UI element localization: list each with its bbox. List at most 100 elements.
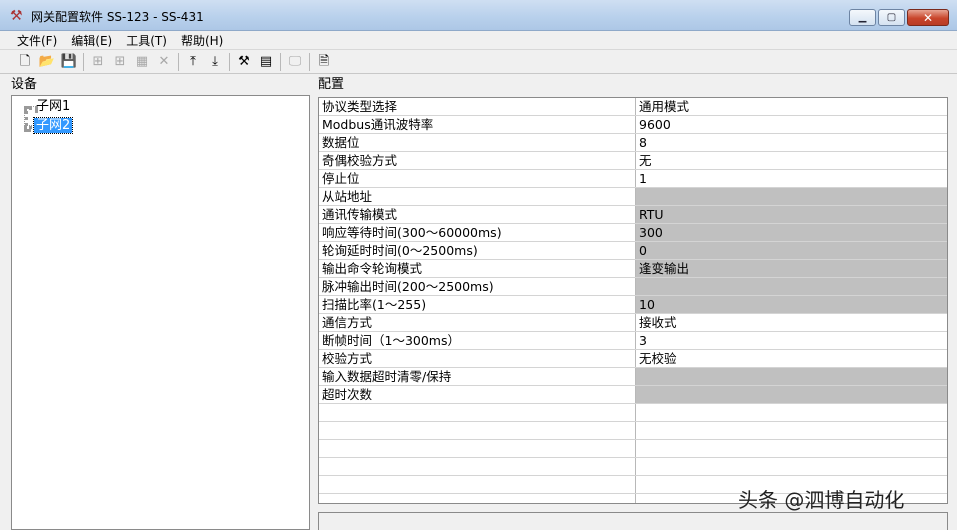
- toolbar-separator: [309, 53, 310, 71]
- param-value-cell[interactable]: [636, 440, 947, 457]
- table-row[interactable]: 停止位 1: [319, 170, 947, 188]
- param-value-cell[interactable]: [636, 404, 947, 421]
- table-row[interactable]: 断帧时间（1～300ms） 3: [319, 332, 947, 350]
- param-value-cell[interactable]: 8: [636, 134, 947, 151]
- table-row[interactable]: 响应等待时间(300～60000ms) 300: [319, 224, 947, 242]
- table-row[interactable]: 校验方式 无校验: [319, 350, 947, 368]
- param-value-cell[interactable]: [636, 458, 947, 475]
- minimize-icon: ▁: [858, 12, 867, 23]
- param-name-cell: 通讯传输模式: [319, 206, 636, 223]
- param-name-cell: 协议类型选择: [319, 98, 636, 115]
- param-name-cell: 响应等待时间(300～60000ms): [319, 224, 636, 241]
- menu-edit[interactable]: 编辑(E): [64, 31, 119, 49]
- upload-icon[interactable]: ⤒: [182, 52, 204, 72]
- menu-help[interactable]: 帮助(H): [174, 31, 230, 49]
- table-row[interactable]: Modbus通讯波特率 9600: [319, 116, 947, 134]
- watermark: 头条 @泗博自动化: [738, 488, 905, 512]
- toolbar-separator: [280, 53, 281, 71]
- download-icon[interactable]: ⤓: [204, 52, 226, 72]
- table-row[interactable]: [319, 422, 947, 440]
- param-value-cell[interactable]: 无: [636, 152, 947, 169]
- window-edge: [950, 75, 957, 530]
- menu-file[interactable]: 文件(F): [10, 31, 64, 49]
- menu-tools[interactable]: 工具(T): [119, 31, 174, 49]
- config-icon[interactable]: ▤: [255, 52, 277, 72]
- param-name-cell: 输出命令轮询模式: [319, 260, 636, 277]
- param-name-cell: 停止位: [319, 170, 636, 187]
- table-row[interactable]: 数据位 8: [319, 134, 947, 152]
- panel-splitter[interactable]: [311, 95, 317, 530]
- param-name-cell: 从站地址: [319, 188, 636, 205]
- param-value-cell[interactable]: 3: [636, 332, 947, 349]
- table-row[interactable]: 超时次数: [319, 386, 947, 404]
- param-name-cell: 校验方式: [319, 350, 636, 367]
- table-row[interactable]: 奇偶校验方式无: [319, 152, 947, 170]
- table-row[interactable]: 扫描比率(1～255) 10: [319, 296, 947, 314]
- delete-icon[interactable]: ✕: [153, 52, 175, 72]
- tree-item-subnet1[interactable]: 子网1: [34, 99, 72, 114]
- add-node-icon[interactable]: ⊞: [109, 52, 131, 72]
- param-value-cell[interactable]: 1: [636, 170, 947, 187]
- table-row[interactable]: [319, 440, 947, 458]
- param-name-cell: 输入数据超时清零/保持: [319, 368, 636, 385]
- param-value-cell: [636, 278, 947, 295]
- close-button[interactable]: ✕: [907, 9, 949, 26]
- monitor-icon[interactable]: 🖵: [284, 52, 306, 72]
- table-row[interactable]: 输入数据超时清零/保持: [319, 368, 947, 386]
- param-value-cell: 10: [636, 296, 947, 313]
- table-row[interactable]: 通讯传输模式 RTU: [319, 206, 947, 224]
- param-value-cell: RTU: [636, 206, 947, 223]
- tree-item-subnet2[interactable]: 子网2: [32, 117, 74, 134]
- param-value-cell: 0: [636, 242, 947, 259]
- param-name-cell: 断帧时间（1～300ms）: [319, 332, 636, 349]
- save-icon[interactable]: 💾: [58, 52, 80, 72]
- description-box: [318, 512, 948, 530]
- param-value-cell: [636, 188, 947, 205]
- param-name-cell: [319, 404, 636, 421]
- device-panel-title: 设备: [11, 77, 38, 92]
- param-name-cell: 脉冲输出时间(200～2500ms): [319, 278, 636, 295]
- maximize-button[interactable]: ▢: [878, 9, 905, 26]
- param-value-cell[interactable]: 9600: [636, 116, 947, 133]
- param-name-cell: [319, 440, 636, 457]
- document-icon[interactable]: 🗎: [313, 52, 335, 72]
- table-row[interactable]: 轮询延时时间(0～2500ms) 0: [319, 242, 947, 260]
- param-name-cell: 奇偶校验方式: [319, 152, 636, 169]
- table-row[interactable]: 脉冲输出时间(200～2500ms): [319, 278, 947, 296]
- param-value-cell: [636, 368, 947, 385]
- table-row[interactable]: 协议类型选择 通用模式: [319, 98, 947, 116]
- properties-icon[interactable]: ▦: [131, 52, 153, 72]
- config-grid: 协议类型选择 通用模式 Modbus通讯波特率 9600 数据位 8 奇偶校验方式无停止位 1…: [318, 97, 948, 504]
- param-value-cell: 逢变输出: [636, 260, 947, 277]
- param-value-cell[interactable]: 无校验: [636, 350, 947, 367]
- window-title: 网关配置软件 SS-123 - SS-431: [31, 10, 204, 24]
- toolbar-separator: [178, 53, 179, 71]
- param-name-cell: 扫描比率(1～255): [319, 296, 636, 313]
- minimize-button[interactable]: ▁: [849, 9, 876, 26]
- open-folder-icon[interactable]: 📂: [36, 52, 58, 72]
- tools-icon[interactable]: ⚒: [233, 52, 255, 72]
- param-name-cell: [319, 476, 636, 493]
- new-file-icon[interactable]: 🗋: [14, 52, 36, 72]
- param-value-cell: [636, 386, 947, 403]
- add-subnet-icon[interactable]: ⊞: [87, 52, 109, 72]
- param-name-cell: 通信方式: [319, 314, 636, 331]
- param-value-cell[interactable]: 接收式: [636, 314, 947, 331]
- table-row[interactable]: 通信方式 接收式: [319, 314, 947, 332]
- toolbar-separator: [83, 53, 84, 71]
- param-name-cell: 超时次数: [319, 386, 636, 403]
- table-row[interactable]: [319, 404, 947, 422]
- param-name-cell: [319, 458, 636, 475]
- maximize-icon: ▢: [886, 12, 897, 23]
- device-tree: 子网1 子网2: [11, 95, 310, 530]
- title-bar: ⚒ 网关配置软件 SS-123 - SS-431 ▁ ▢ ✕: [0, 0, 957, 31]
- param-name-cell: Modbus通讯波特率: [319, 116, 636, 133]
- param-value-cell[interactable]: 通用模式: [636, 98, 947, 115]
- param-value-cell[interactable]: [636, 422, 947, 439]
- table-row[interactable]: 输出命令轮询模式 逢变输出: [319, 260, 947, 278]
- config-panel-title: 配置: [318, 77, 345, 92]
- table-row[interactable]: 从站地址: [319, 188, 947, 206]
- param-value-cell: 300: [636, 224, 947, 241]
- table-row[interactable]: [319, 458, 947, 476]
- param-name-cell: [319, 422, 636, 439]
